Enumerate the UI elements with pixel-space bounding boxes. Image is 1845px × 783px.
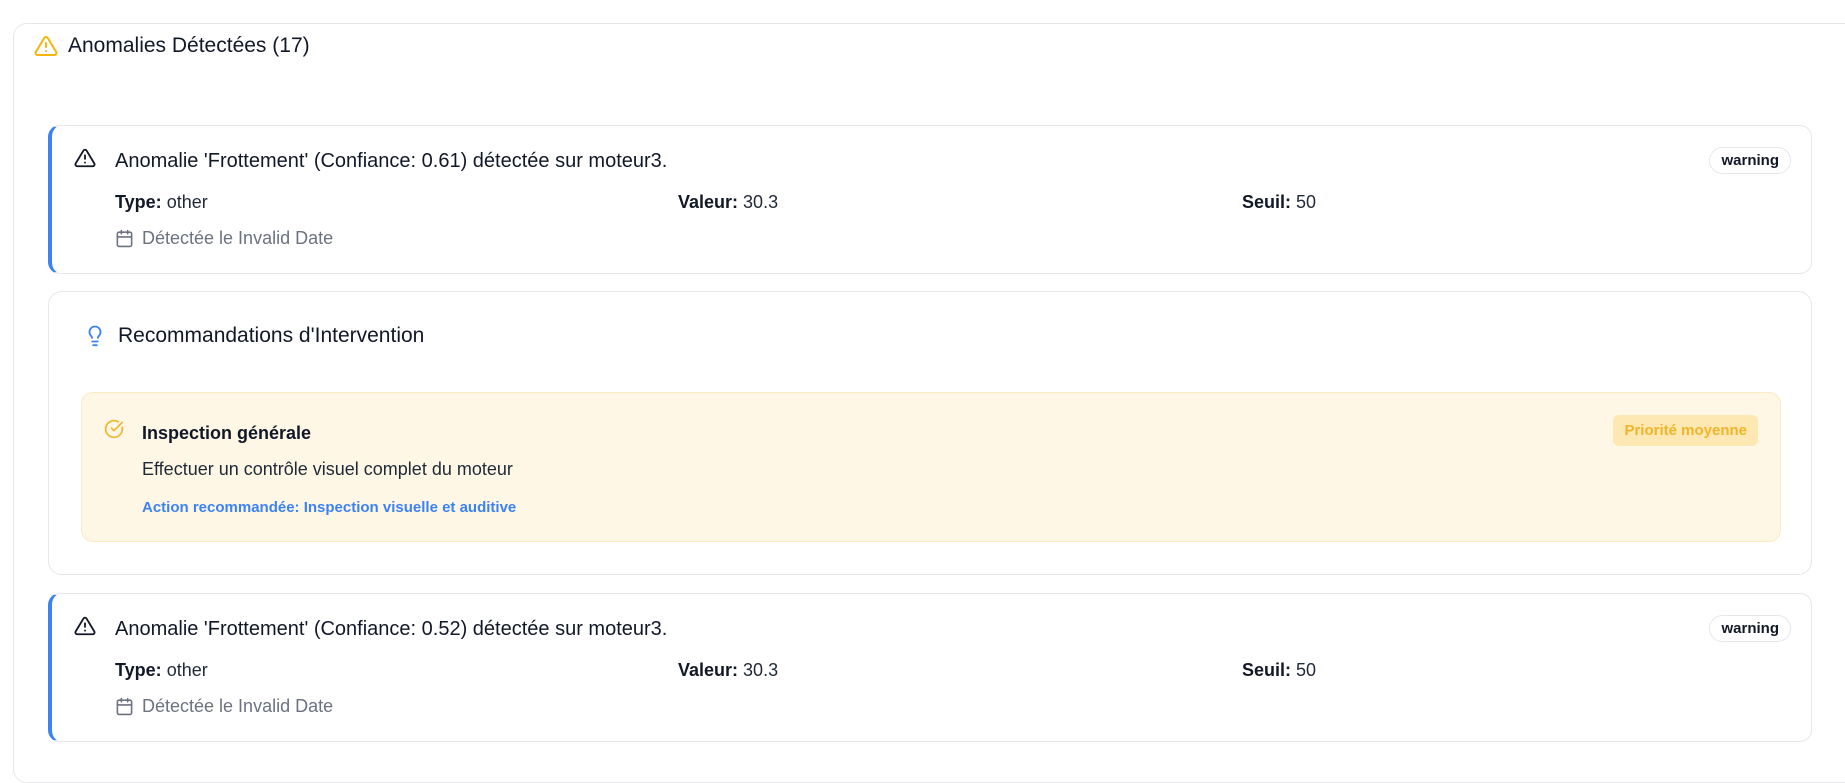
value-label: Valeur: bbox=[678, 192, 739, 212]
panel-title: Anomalies Détectées (17) bbox=[68, 34, 310, 57]
alert-triangle-icon bbox=[74, 147, 96, 169]
recommendation-item[interactable]: Inspection générale Effectuer un contrôl… bbox=[81, 392, 1781, 542]
threshold-value: 50 bbox=[1296, 660, 1317, 680]
date-text: Détectée le Invalid Date bbox=[142, 696, 334, 716]
anomaly-threshold: Seuil: 50 bbox=[1242, 660, 1316, 681]
recommendation-description: Effectuer un contrôle visuel complet du … bbox=[142, 459, 513, 479]
calendar-icon bbox=[115, 697, 134, 716]
severity-badge: warning bbox=[1709, 147, 1791, 174]
threshold-label: Seuil: bbox=[1242, 192, 1292, 212]
date-text: Détectée le Invalid Date bbox=[142, 228, 334, 248]
anomaly-type: Type: other bbox=[115, 192, 208, 213]
priority-badge: Priorité moyenne bbox=[1613, 415, 1758, 446]
value-label: Valeur: bbox=[678, 660, 739, 680]
recommendations-card: Recommandations d'Intervention Inspectio… bbox=[48, 291, 1812, 575]
anomaly-value: Valeur: 30.3 bbox=[678, 192, 778, 213]
anomaly-title: Anomalie 'Frottement' (Confiance: 0.61) … bbox=[115, 150, 668, 172]
calendar-icon bbox=[115, 229, 134, 248]
type-label: Type: bbox=[115, 192, 162, 212]
severity-badge: warning bbox=[1709, 615, 1791, 642]
anomaly-card[interactable]: Anomalie 'Frottement' (Confiance: 0.61) … bbox=[48, 125, 1812, 274]
anomaly-value: Valeur: 30.3 bbox=[678, 660, 778, 681]
anomaly-date: Détectée le Invalid Date bbox=[115, 696, 333, 717]
lightbulb-icon bbox=[84, 324, 106, 348]
value-value: 30.3 bbox=[743, 660, 779, 680]
anomaly-card[interactable]: Anomalie 'Frottement' (Confiance: 0.52) … bbox=[48, 593, 1812, 742]
threshold-value: 50 bbox=[1296, 192, 1317, 212]
type-value: other bbox=[166, 192, 208, 212]
recommendation-action: Action recommandée: Inspection visuelle … bbox=[142, 499, 517, 516]
anomaly-type: Type: other bbox=[115, 660, 208, 681]
recommendation-title: Inspection générale bbox=[142, 423, 312, 443]
alert-triangle-icon bbox=[74, 615, 96, 637]
value-value: 30.3 bbox=[743, 192, 779, 212]
recommendations-header: Recommandations d'Intervention bbox=[84, 324, 424, 348]
check-circle-icon bbox=[104, 419, 124, 439]
anomaly-threshold: Seuil: 50 bbox=[1242, 192, 1316, 213]
anomaly-title: Anomalie 'Frottement' (Confiance: 0.52) … bbox=[115, 618, 668, 640]
type-value: other bbox=[166, 660, 208, 680]
anomaly-date: Détectée le Invalid Date bbox=[115, 228, 333, 249]
panel-header: Anomalies Détectées (17) bbox=[34, 34, 310, 58]
warning-triangle-icon bbox=[34, 34, 58, 58]
threshold-label: Seuil: bbox=[1242, 660, 1292, 680]
type-label: Type: bbox=[115, 660, 162, 680]
recommendations-title: Recommandations d'Intervention bbox=[118, 324, 425, 347]
